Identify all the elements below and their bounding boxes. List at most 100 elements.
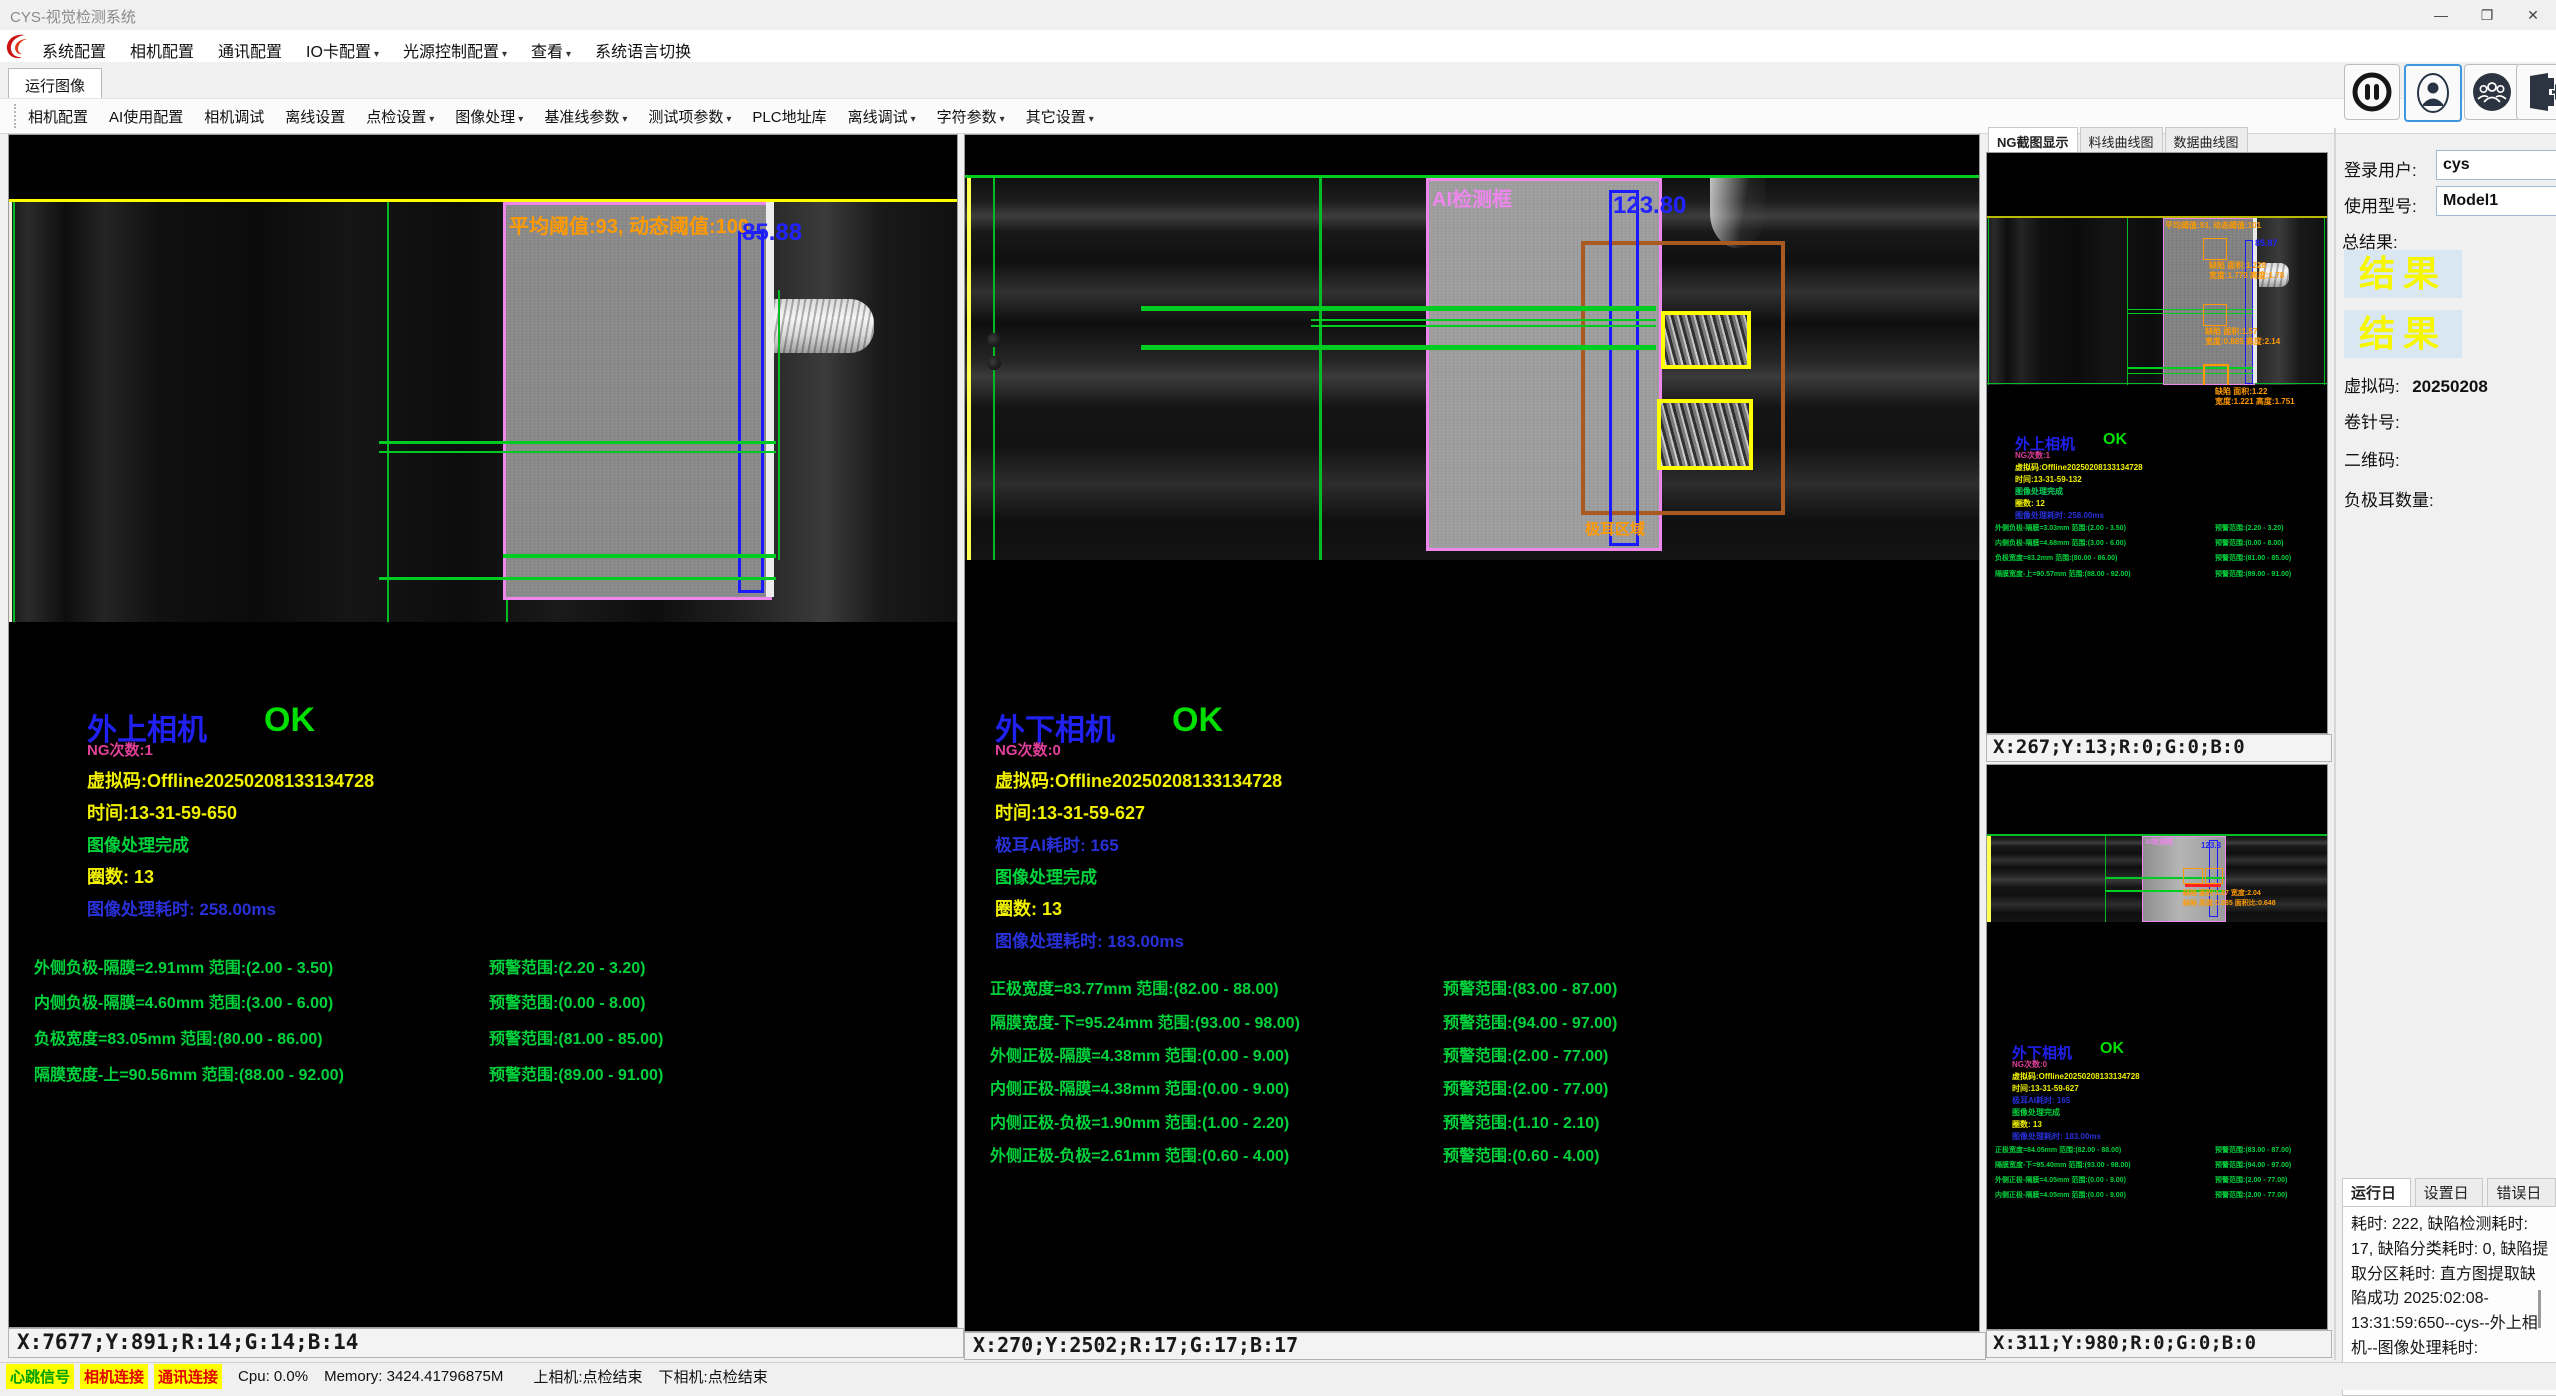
login-user-input[interactable] — [2436, 150, 2556, 180]
minimize-button[interactable]: — — [2418, 0, 2464, 30]
ng-thumbnail-lower[interactable]: AI检测框 123.8 缺陷 面积:1.87 宽度:2.04 缺陷 高度:0.8… — [1986, 764, 2328, 1330]
measure-green-hline — [1141, 345, 1656, 350]
window-title: CYS-视觉检测系统 — [10, 6, 136, 27]
users-button[interactable] — [2464, 64, 2520, 120]
sidebar-divider — [2334, 128, 2336, 1360]
chevron-down-icon: ▾ — [911, 114, 916, 125]
maximize-button[interactable]: ❐ — [2464, 0, 2510, 30]
roi-pink-box — [503, 202, 772, 600]
metal-highlight — [1710, 178, 1765, 248]
pause-icon — [2350, 70, 2394, 114]
ng-count: NG次数:0 — [995, 739, 1061, 760]
process-elapsed: 图像处理耗时: 258.00ms — [87, 895, 276, 920]
ok-badge: OK — [264, 701, 315, 740]
thumb-image: 平均阈值:93, 动态阈值:101 85.87 缺陷 面积:1.228 宽度:1… — [1987, 218, 2327, 385]
warn-range: 预警范围:(0.60 - 4.00) — [1443, 1142, 1600, 1166]
electrode-edge-strip — [766, 202, 774, 597]
left-camera-image[interactable]: 平均阈值:93, 动态阈值:100 85.88 — [9, 202, 957, 622]
metal-tab-image — [774, 299, 874, 353]
right-camera-panel: AI检测框 123.80 极耳区域 外下相机 OK NG次数:0 虚拟码:Off… — [964, 134, 1980, 1332]
roi-blue-box — [1609, 190, 1639, 546]
edge-green-line — [13, 202, 15, 622]
measurement-row: 负极宽度=83.2mm 范围:(80.00 - 86.00) — [1995, 553, 2117, 563]
process-elapsed: 图像处理耗时: 258.00ms — [2015, 510, 2104, 521]
memory-text: Memory: 3424.41796875M — [324, 1368, 503, 1385]
warn-range: 预警范围:(94.00 - 97.00) — [2215, 1160, 2291, 1170]
winding-needle-label: 卷针号: — [2344, 408, 2400, 433]
defect-yellow-box — [1661, 311, 1751, 369]
lower-cam-status: 下相机:点检结束 — [659, 1366, 768, 1387]
toolbar-grip-handle[interactable] — [14, 104, 19, 128]
virtual-code: 虚拟码:Offline20250208133134728 — [87, 767, 374, 793]
left-coord-bar: X:7677;Y:891;R:14;G:14;B:14 — [8, 1328, 964, 1358]
defect-label: 宽度:1.779 高度:1.78 — [2209, 270, 2284, 281]
measure-green-vline — [778, 290, 780, 560]
user-button[interactable] — [2404, 64, 2462, 122]
tool-offline-debug[interactable]: 离线调试▾ — [846, 99, 918, 134]
ok-badge: OK — [2100, 1040, 2124, 1058]
capture-time: 时间:13-31-59-132 — [2015, 474, 2082, 485]
exit-button[interactable] — [2516, 64, 2556, 120]
tool-offline-settings[interactable]: 离线设置 — [283, 99, 347, 134]
chevron-down-icon: ▾ — [374, 49, 379, 60]
roi-blue-box — [738, 231, 764, 593]
measurement-row: 外侧负极-隔膜=3.03mm 范围:(2.00 - 3.50) — [1995, 523, 2126, 533]
view-tab-bar: 运行图像 — [0, 62, 2556, 98]
measure-green-vline — [2127, 218, 2128, 385]
model-input[interactable] — [2436, 186, 2556, 216]
measure-green-vline — [387, 202, 389, 622]
blue-measure-value: 123.8 — [2201, 841, 2221, 850]
log-scrollbar[interactable] — [2538, 1290, 2541, 1328]
warn-range: 预警范围:(0.00 - 8.00) — [2215, 538, 2283, 548]
virtual-code: 虚拟码:Offline20250208133134728 — [2015, 462, 2143, 473]
tool-image-processing[interactable]: 图像处理▾ — [453, 99, 525, 134]
threshold-overlay-text: 平均阈值:93, 动态阈值:100 — [509, 210, 749, 239]
ng-thumbnail-upper[interactable]: 平均阈值:93, 动态阈值:101 85.87 缺陷 面积:1.228 宽度:1… — [1986, 152, 2328, 734]
warn-range: 预警范围:(81.00 - 85.00) — [489, 1025, 663, 1049]
chevron-down-icon: ▾ — [518, 114, 523, 125]
close-button[interactable]: ✕ — [2510, 0, 2556, 30]
defect-label: 缺陷 高度:0.885 面积比:0.648 — [2183, 898, 2276, 908]
measure-green-hline — [2127, 309, 2253, 310]
tool-test-item-params[interactable]: 测试项参数▾ — [646, 99, 733, 134]
tool-spot-check-settings[interactable]: 点检设置▾ — [364, 99, 436, 134]
edge-green-line — [1988, 218, 1989, 385]
tab-time-curve[interactable]: 料线曲线图 — [2080, 127, 2163, 155]
tool-camera-debug[interactable]: 相机调试 — [202, 99, 266, 134]
tool-baseline-params[interactable]: 基准线参数▾ — [542, 99, 629, 134]
chevron-down-icon: ▾ — [502, 49, 507, 60]
process-done: 图像处理完成 — [87, 831, 189, 856]
tool-plc-address-lib[interactable]: PLC地址库 — [750, 99, 828, 134]
film-edge-highlight — [9, 202, 12, 622]
tab-run-image[interactable]: 运行图像 — [8, 68, 102, 102]
thumb1-coord-bar: X:267;Y:13;R:0;G:0;B:0 — [1986, 734, 2332, 762]
defect-red-line — [2185, 884, 2221, 887]
chevron-down-icon: ▾ — [726, 114, 731, 125]
tool-char-params[interactable]: 字符参数▾ — [935, 99, 1007, 134]
ng-count: NG次数:1 — [2015, 450, 2050, 461]
virtual-code: 虚拟码:Offline20250208133134728 — [995, 767, 1282, 793]
right-camera-image[interactable]: AI检测框 123.80 极耳区域 — [965, 178, 1979, 560]
virtual-code-row: 虚拟码: 20250208 — [2344, 372, 2488, 397]
threshold-overlay-text: 平均阈值:93, 动态阈值:101 — [2165, 220, 2261, 231]
warn-range: 预警范围:(2.00 - 77.00) — [2215, 1175, 2287, 1185]
measure-green-hline — [503, 554, 776, 558]
tool-other-settings[interactable]: 其它设置▾ — [1024, 99, 1096, 134]
warn-range: 预警范围:(2.00 - 77.00) — [1443, 1042, 1608, 1066]
blue-measure-value: 85.87 — [2255, 238, 2278, 248]
defect-label: 宽度:0.885 高度:2.14 — [2205, 336, 2280, 347]
pause-button[interactable] — [2344, 64, 2400, 120]
virtual-code: 虚拟码:Offline20250208133134728 — [2012, 1071, 2140, 1082]
loop-count: 圈数: 13 — [995, 895, 1062, 921]
film-edge-highlight — [967, 178, 971, 560]
result-box-upper: 结果 — [2344, 250, 2462, 298]
edge-green-line — [2324, 218, 2325, 385]
tool-camera-config[interactable]: 相机配置 — [26, 99, 90, 134]
tab-data-curve[interactable]: 数据曲线图 — [2165, 127, 2248, 155]
capture-time: 时间:13-31-59-650 — [87, 799, 237, 825]
ok-badge: OK — [1172, 701, 1223, 740]
tool-ai-usage-config[interactable]: AI使用配置 — [107, 99, 185, 134]
tab-ng-capture[interactable]: NG截图显示 — [1988, 127, 2078, 155]
loop-count: 圈数: 12 — [2015, 498, 2045, 509]
process-done: 图像处理完成 — [2012, 1107, 2060, 1118]
